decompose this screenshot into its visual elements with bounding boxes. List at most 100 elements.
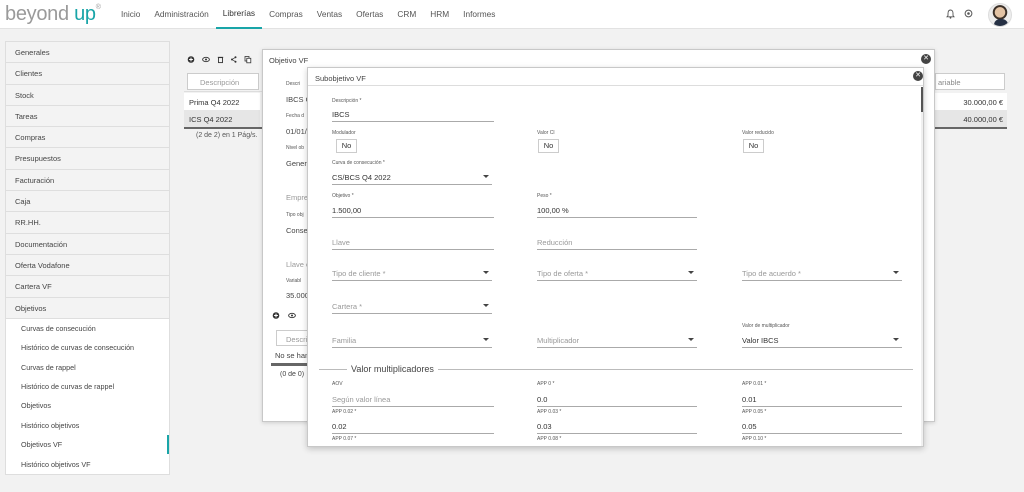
sidebar-item-caja[interactable]: Caja <box>6 191 169 213</box>
sidebar-subitem-objetivos[interactable]: Objetivos <box>6 396 169 416</box>
sidebar-item-rrhh[interactable]: RR.HH. <box>6 212 169 234</box>
variable-column-header[interactable]: ariable <box>935 73 1005 90</box>
sidebar: Generales Clientes Stock Tareas Compras … <box>5 41 170 475</box>
copy-icon <box>244 56 252 64</box>
aov-field[interactable]: Según valor línea <box>332 393 494 407</box>
llave-field[interactable]: Llave <box>332 236 494 250</box>
mid-value-tipo: Conse <box>286 226 308 235</box>
form-scrollbar-thumb[interactable] <box>921 87 923 112</box>
sidebar-item-presupuestos[interactable]: Presupuestos <box>6 148 169 170</box>
table-row-selected[interactable]: ICS Q4 2022 <box>184 110 260 128</box>
sidebar-item-clientes[interactable]: Clientes <box>6 63 169 85</box>
multiplicador-select[interactable]: Multiplicador <box>537 334 697 348</box>
close-objetivo-vf-button[interactable]: ✕ <box>921 54 931 64</box>
close-subobjetivo-vf-button[interactable]: ✕ <box>913 71 923 81</box>
tipo-cliente-chevron-down-icon <box>483 271 489 274</box>
mid-value-nivel: Gener <box>286 159 307 168</box>
sidebar-subitem-historico-curvas-consecucion[interactable]: Histórico de curvas de consecución <box>6 338 169 358</box>
mid-label-nivel: Nivel ob <box>286 145 305 151</box>
valor-ci-toggle[interactable]: No <box>538 139 559 153</box>
logo-text-up: up <box>74 3 96 25</box>
sidebar-item-documentacion[interactable]: Documentación <box>6 233 169 255</box>
tipo-oferta-select[interactable]: Tipo de oferta * <box>537 267 697 281</box>
table-row[interactable]: Prima Q4 2022 <box>184 93 260 111</box>
nav-ventas[interactable]: Ventas <box>310 0 349 29</box>
share-icon <box>231 56 237 63</box>
mid-search-input[interactable]: Descrip <box>276 330 309 346</box>
mid-label-variable: Variabl <box>286 278 302 284</box>
objetivo-field[interactable]: 1.500,00 <box>332 204 494 218</box>
sidebar-subitem-historico-curvas-rappel[interactable]: Histórico de curvas de rappel <box>6 377 169 397</box>
app003-field[interactable]: 0.03 <box>537 420 697 434</box>
reduccion-field[interactable]: Reducción <box>537 236 697 250</box>
subobjetivo-vf-title: Subobjetivo VF <box>315 74 366 83</box>
app0-field[interactable]: 0.0 <box>537 393 697 407</box>
bell-icon[interactable] <box>946 9 955 19</box>
form-scrollbar[interactable] <box>921 87 923 446</box>
sidebar-item-tareas[interactable]: Tareas <box>6 105 169 128</box>
app001-field[interactable]: 0.01 <box>742 393 902 407</box>
variable-value-row-2: 40.000,00 € <box>935 110 1007 128</box>
tipo-acuerdo-select[interactable]: Tipo de acuerdo * <box>742 267 902 281</box>
nav-crm[interactable]: CRM <box>390 0 423 29</box>
sidebar-subitem-objetivos-vf[interactable]: Objetivos VF <box>6 435 169 455</box>
sidebar-item-generales[interactable]: Generales <box>6 42 169 64</box>
nav-administracion[interactable]: Administración <box>147 0 215 29</box>
valor-multiplicador-chevron-down-icon <box>893 338 899 341</box>
user-avatar[interactable] <box>988 3 1012 27</box>
descripcion-field[interactable]: IBCS <box>332 108 494 122</box>
peso-field[interactable]: 100,00 % <box>537 204 697 218</box>
valor-multiplicador-select[interactable]: Valor IBCS <box>742 334 902 348</box>
list-search-input[interactable]: Descripción <box>187 73 259 90</box>
sidebar-subitem-historico-objetivos[interactable]: Histórico objetivos <box>6 415 169 436</box>
main-nav: Inicio Administración Librerías Compras … <box>114 0 502 29</box>
list-toolbar <box>187 56 252 64</box>
tipo-oferta-placeholder: Tipo de oferta * <box>537 269 589 278</box>
nav-inicio[interactable]: Inicio <box>114 0 147 29</box>
nav-ofertas[interactable]: Ofertas <box>349 0 390 29</box>
mid-list-bottom-bar <box>271 363 308 366</box>
sidebar-subitem-curvas-consecucion[interactable]: Curvas de consecución <box>6 318 169 339</box>
peso-label: Peso * <box>537 193 552 199</box>
cartera-select[interactable]: Cartera * <box>332 300 492 314</box>
mid-label-tipo: Tipo obj <box>286 212 304 218</box>
nav-compras[interactable]: Compras <box>262 0 310 29</box>
app002-field[interactable]: 0.02 <box>332 420 494 434</box>
settings-icon[interactable] <box>964 9 973 18</box>
sidebar-item-objetivos[interactable]: Objetivos <box>6 297 169 319</box>
valor-multiplicador-label: Valor de multiplicador <box>742 323 790 329</box>
nav-hrm[interactable]: HRM <box>423 0 456 29</box>
familia-chevron-down-icon <box>483 338 489 341</box>
app005-field[interactable]: 0.05 <box>742 420 902 434</box>
modulador-toggle[interactable]: No <box>336 139 357 153</box>
multiplicador-placeholder: Multiplicador <box>537 336 580 345</box>
mid-view-icon <box>288 312 296 319</box>
familia-select[interactable]: Familia <box>332 334 492 348</box>
sidebar-item-stock[interactable]: Stock <box>6 84 169 106</box>
list-bottom-bar <box>184 127 262 129</box>
sidebar-subitem-curvas-rappel[interactable]: Curvas de rappel <box>6 357 169 378</box>
nav-informes[interactable]: Informes <box>456 0 502 29</box>
objetivo-label: Objetivo * <box>332 193 354 199</box>
descripcion-label: Descripción * <box>332 98 362 104</box>
nav-librerias[interactable]: Librerías <box>215 0 263 29</box>
tipo-cliente-select[interactable]: Tipo de cliente * <box>332 267 492 281</box>
app003-label: APP 0.03 * <box>537 409 562 415</box>
mid-value-descripcion: IBCS C <box>286 95 308 104</box>
mid-field-llave: Llave ç <box>286 260 308 269</box>
list-pagination: (2 de 2) en 1 Pág/s. <box>196 132 258 139</box>
cartera-chevron-down-icon <box>483 304 489 307</box>
sidebar-item-facturacion[interactable]: Facturación <box>6 169 169 192</box>
curva-select[interactable]: CS/BCS Q4 2022 <box>332 171 492 185</box>
sidebar-item-cartera-vf[interactable]: Cartera VF <box>6 276 169 298</box>
app0-label: APP 0 * <box>537 381 555 387</box>
sidebar-subitem-historico-objetivos-vf[interactable]: Histórico objetivos VF <box>6 454 169 474</box>
logo[interactable]: beyond up® <box>5 3 101 26</box>
sidebar-item-compras[interactable]: Compras <box>6 127 169 149</box>
mid-field-empresa: Empre <box>286 193 308 202</box>
valor-multiplicador-value: Valor IBCS <box>742 336 779 345</box>
tipo-acuerdo-chevron-down-icon <box>893 271 899 274</box>
sidebar-item-oferta-vodafone[interactable]: Oferta Vodafone <box>6 254 169 277</box>
app007-label: APP 0.07 * <box>332 436 357 442</box>
valor-reducido-toggle[interactable]: No <box>743 139 764 153</box>
